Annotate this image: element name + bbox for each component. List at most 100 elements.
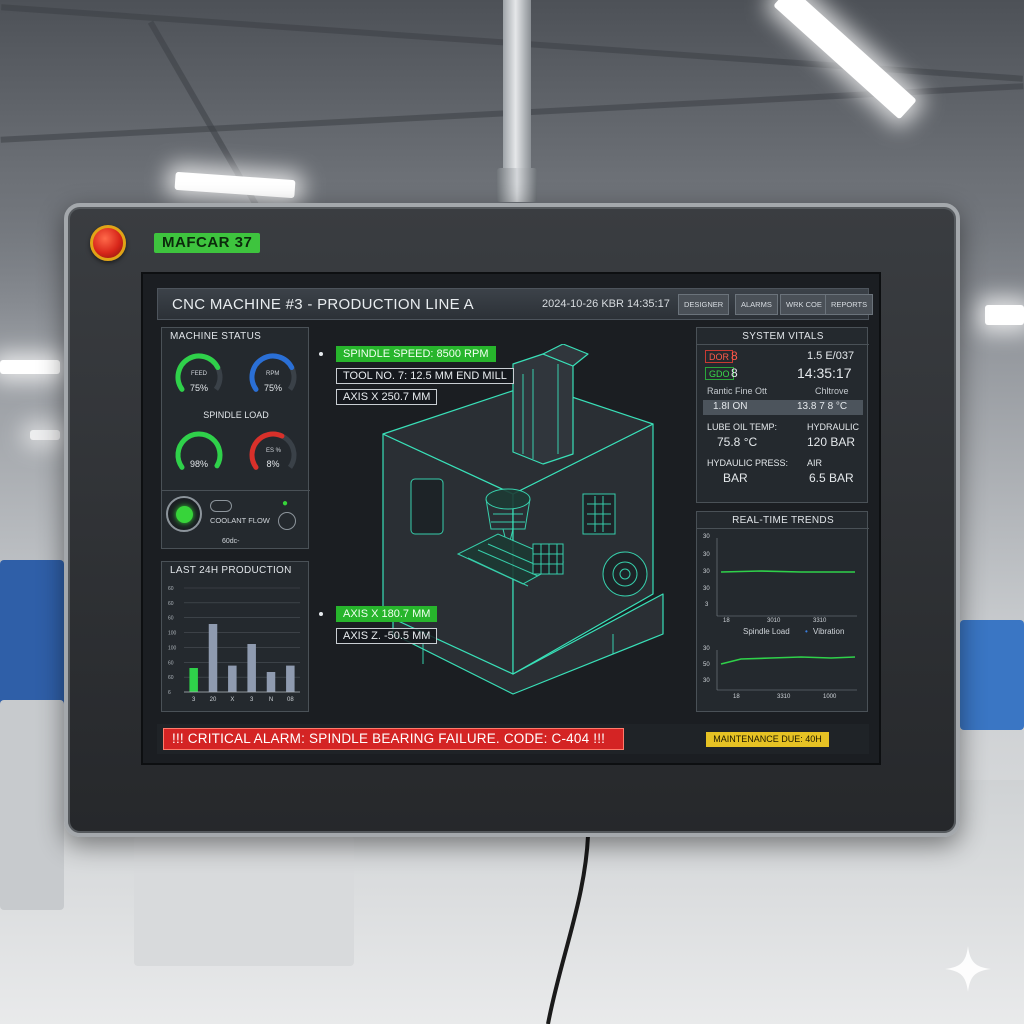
machine-status-panel: MACHINE STATUS 75% 75% FEED RPM SPINDLE …: [161, 327, 310, 549]
mounting-pole: [503, 0, 531, 180]
gdo-badge: GDO: [705, 367, 734, 380]
x-tick-label: 3: [250, 697, 254, 703]
coolant-knob[interactable]: [278, 512, 296, 530]
trend-y-tick: 30: [703, 569, 710, 575]
status-footer-text: 60dc-: [222, 538, 240, 545]
legend-dot-icon: •: [805, 627, 808, 636]
trend-y-tick: 30: [703, 552, 710, 558]
production-bar: [266, 672, 276, 692]
hydraulic-press-value: BAR: [723, 471, 748, 485]
trend-y-tick: 50: [703, 662, 710, 668]
axis-z-callout: AXIS Z. -50.5 MM: [336, 628, 438, 644]
vital-row1-right: 1.5 E/037: [807, 350, 855, 362]
emergency-stop-button[interactable]: [90, 225, 126, 261]
datetime-readout: 2024-10-26 KBR 14:35:17: [542, 298, 670, 310]
trend-y-tick: 30: [703, 678, 710, 684]
background-machine: [0, 700, 64, 910]
vital-row4-right: 13.8 7 8 °C: [797, 401, 848, 412]
nav-button-reports[interactable]: REPORTS: [825, 294, 874, 315]
background-machine: [960, 620, 1024, 730]
trend-x-tick: 3310: [777, 694, 791, 700]
callout-pointer: [319, 352, 323, 356]
y-tick-label: 60: [168, 675, 174, 681]
vital-highlight-row: 1.8I ON 13.8 7 8 °C: [703, 400, 863, 415]
background-cabinet: [134, 836, 354, 966]
spindle-temp-sub: ES %: [266, 448, 282, 454]
hydraulic-press-label: HYDAULIC PRESS:: [707, 458, 789, 468]
axis-x-top-callout: AXIS X 250.7 MM: [336, 389, 438, 405]
legend-spindle-load: Spindle Load: [743, 627, 790, 636]
production-bar: [247, 644, 256, 692]
rpm-gauge-sub: RPM: [266, 371, 280, 377]
x-tick-label: N: [269, 697, 273, 703]
nav-button-designer[interactable]: DESIGNER: [678, 294, 730, 315]
x-tick-label: 08: [287, 697, 294, 703]
lube-oil-label: LUBE OIL TEMP:: [707, 422, 778, 432]
hmi-screen: CNC MACHINE #3 - PRODUCTION LINE A 2024-…: [141, 272, 881, 765]
tool-callout: TOOL NO. 7: 12.5 MM END MILL: [336, 368, 514, 384]
ceiling-light: [30, 430, 60, 440]
header-bar: CNC MACHINE #3 - PRODUCTION LINE A 2024-…: [157, 288, 874, 320]
nav-button-work-code[interactable]: WRK COE: [780, 294, 828, 315]
trend-x-tick: 3310: [813, 618, 827, 624]
axis-x-bottom-callout: AXIS X 180.7 MM: [336, 606, 438, 622]
production-bar: [228, 665, 237, 692]
trend-y-tick: 3: [705, 602, 709, 608]
divider: [162, 490, 310, 491]
coolant-status-light: [176, 506, 193, 523]
spindle-speed-callout: SPINDLE SPEED: 8500 RPM: [336, 346, 496, 362]
y-tick-label: 60: [168, 616, 174, 622]
spindle-load-title: SPINDLE LOAD: [203, 410, 269, 420]
y-tick-label: 60: [168, 660, 174, 666]
y-tick-label: 100: [168, 645, 177, 651]
x-tick-label: X: [230, 697, 234, 703]
coolant-indicator-ring: [166, 496, 202, 532]
y-tick-label: 6: [168, 690, 171, 696]
vital-time: 14:35:17: [797, 365, 852, 381]
trend-x-tick: 3010: [767, 618, 781, 624]
spindle-temp-value: 8%: [266, 459, 280, 469]
nav-button-alarms[interactable]: ALARMS: [735, 294, 778, 315]
panel-title: MACHINE STATUS: [170, 331, 262, 342]
feed-gauge-value: 75%: [189, 383, 208, 393]
legend-vibration: Vibration: [813, 627, 845, 636]
rpm-gauge-value: 75%: [263, 383, 282, 393]
x-tick-label: 3: [192, 697, 196, 703]
production-bar: [189, 668, 198, 692]
y-tick-label: 60: [168, 601, 174, 607]
maintenance-due-badge: MAINTENANCE DUE: 40H: [706, 732, 829, 747]
hydraulic-label: HYDRAULIC: [807, 422, 860, 432]
air-label: AIR: [807, 458, 823, 468]
callout-pointer: [319, 612, 323, 616]
hydraulic-value: 120 BAR: [807, 435, 856, 449]
critical-alarm-banner[interactable]: !!! CRITICAL ALARM: SPINDLE BEARING FAIL…: [163, 728, 624, 750]
panel-title: LAST 24H PRODUCTION: [170, 565, 292, 576]
divider: [697, 344, 869, 345]
dor-badge: DOR: [705, 350, 733, 363]
coolant-status-icon: ●: [282, 498, 289, 509]
coolant-toggle[interactable]: [210, 500, 232, 512]
background-machine: [0, 560, 64, 720]
mounting-bracket: [497, 168, 537, 202]
production-bar: [286, 665, 295, 692]
ceiling-light: [985, 305, 1024, 325]
trend-y-tick: 30: [703, 586, 710, 592]
spindle-load-value: 98%: [189, 459, 208, 469]
vital-row3-right: Chltrove: [815, 386, 849, 396]
trend-y-tick: 30: [703, 534, 710, 540]
ceiling-light: [0, 360, 60, 374]
gdo-value: 8: [731, 366, 738, 380]
feed-gauge-sub: FEED: [191, 371, 208, 377]
air-value: 6.5 BAR: [809, 471, 854, 485]
y-tick-label: 100: [168, 631, 177, 637]
divider: [697, 528, 869, 529]
panel-title: REAL-TIME TRENDS: [732, 515, 834, 526]
dor-value: 8: [731, 349, 738, 363]
production-bar: [208, 624, 218, 692]
coolant-flow-label: COOLANT FLOW: [210, 516, 270, 525]
panel-title: SYSTEM VITALS: [742, 331, 824, 342]
spindle-load-gauge: [175, 431, 223, 470]
production-bar-chart: 60 60 60 100 100 60 60 6 3 20 X 3 N 08: [168, 586, 300, 703]
trend-y-tick: 30: [703, 646, 710, 652]
system-vitals-panel: SYSTEM VITALS DOR 8 1.5 E/037 GDO 8 14:3…: [696, 327, 869, 503]
